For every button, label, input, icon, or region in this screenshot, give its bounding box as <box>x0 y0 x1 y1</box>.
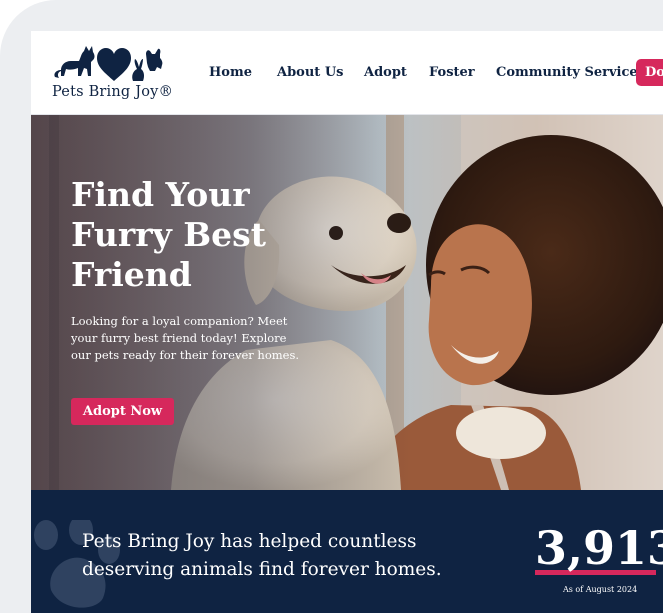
site-logo[interactable]: Pets Bring Joy® <box>51 43 174 107</box>
nav-item-home[interactable]: Home <box>209 65 252 80</box>
brand-name: Pets Bring Joy® <box>52 84 174 100</box>
hero-title: Find Your Furry Best Friend <box>71 175 266 294</box>
donate-button[interactable]: Do <box>636 59 663 86</box>
adopt-now-button[interactable]: Adopt Now <box>71 398 174 425</box>
site-header: Pets Bring Joy® Home About Us Adopt Fost… <box>31 31 663 115</box>
pet-silhouettes-logo-icon <box>54 46 163 81</box>
device-frame: Pets Bring Joy® Home About Us Adopt Fost… <box>0 0 663 613</box>
impact-stats-band: Pets Bring Joy has helped countless dese… <box>31 490 663 613</box>
nav-item-community-service[interactable]: Community Service <box>496 65 638 80</box>
nav-item-adopt[interactable]: Adopt <box>364 65 407 80</box>
adoptions-count: 3,913 <box>535 521 663 575</box>
count-date-caption: As of August 2024 <box>563 585 638 594</box>
hero-overlay <box>31 115 663 490</box>
nav-item-about-us[interactable]: About Us <box>277 65 344 80</box>
hero-section: Find Your Furry Best Friend Looking for … <box>31 115 663 490</box>
browser-viewport: Pets Bring Joy® Home About Us Adopt Fost… <box>31 31 663 613</box>
nav-item-foster[interactable]: Foster <box>429 65 475 80</box>
impact-statement: Pets Bring Joy has helped countless dese… <box>82 531 442 580</box>
hero-description: Looking for a loyal companion? Meet your… <box>71 314 300 362</box>
